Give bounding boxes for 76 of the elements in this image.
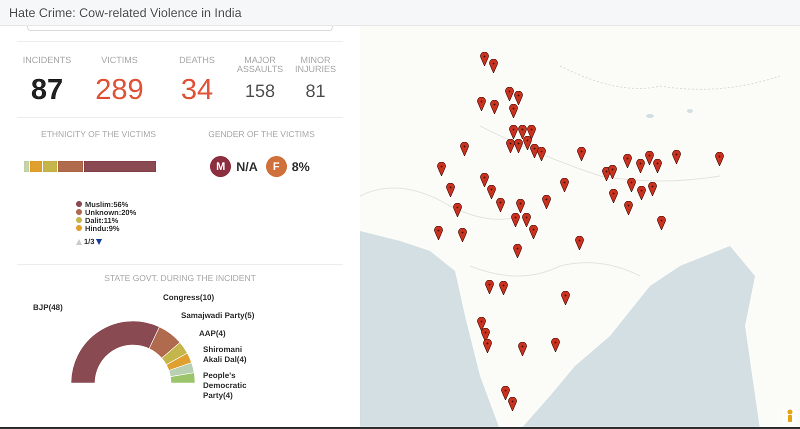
map-pin-icon[interactable] — [453, 203, 462, 217]
down-arrow-icon[interactable] — [96, 238, 102, 244]
map-pin-icon[interactable] — [527, 125, 536, 139]
map-pin-icon[interactable] — [637, 186, 646, 200]
map-pin-icon[interactable] — [561, 291, 570, 305]
map-pin-icon[interactable] — [490, 100, 499, 114]
map-pin-icon[interactable] — [509, 104, 518, 118]
map-pin-icon[interactable] — [577, 147, 586, 161]
map-pin-icon[interactable] — [551, 338, 560, 352]
map-pin-icon[interactable] — [511, 213, 520, 227]
map-pin-icon[interactable] — [480, 52, 489, 66]
map-pin-icon[interactable] — [609, 189, 618, 203]
map-pin-icon[interactable] — [530, 144, 539, 158]
map-pin-icon[interactable] — [514, 91, 523, 105]
map-pin-icon[interactable] — [542, 195, 551, 209]
section-title: ETHNICITY OF THE VICTIMS — [41, 129, 156, 139]
map-pin-icon[interactable] — [499, 281, 508, 295]
map-pin-icon[interactable] — [489, 59, 498, 73]
stat-value: 81 — [305, 81, 326, 102]
gender-value: N/A — [236, 160, 258, 174]
map-pin-icon[interactable] — [516, 199, 525, 213]
map-pin-icon[interactable] — [715, 152, 724, 166]
map-pin-icon[interactable] — [505, 87, 514, 101]
map-pin-icon[interactable] — [483, 339, 492, 353]
map-pin-icon[interactable] — [575, 236, 584, 250]
map-pin-icon[interactable] — [529, 225, 538, 239]
stat-value: 158 — [244, 81, 276, 102]
map-pin-icon[interactable] — [434, 226, 443, 240]
map-pin-icon[interactable] — [485, 280, 494, 294]
stat-value: 87 — [30, 74, 64, 107]
map-pin-icon[interactable] — [513, 244, 522, 258]
map-pin-icon[interactable] — [608, 165, 617, 179]
map-pin-icon[interactable] — [653, 159, 662, 173]
map-pin-icon[interactable] — [672, 150, 681, 164]
stat-value: 289 — [95, 74, 144, 107]
map-pin-icon[interactable] — [509, 125, 518, 139]
map-pin-icon[interactable] — [560, 178, 569, 192]
map-pin-icon[interactable] — [508, 397, 517, 411]
map-pin-icon[interactable] — [437, 162, 446, 176]
stat-label: DEATHS — [178, 56, 216, 67]
section-title: STATE GOVT. DURING THE INCIDENT — [104, 273, 256, 283]
map-pin-icon[interactable] — [501, 386, 510, 400]
section-title: GENDER OF THE VICTIMS — [208, 129, 315, 139]
map-pin-icon[interactable] — [446, 183, 455, 197]
map-pin-icon[interactable] — [518, 125, 527, 139]
filter-field[interactable] — [27, 26, 333, 31]
map-pin-icon[interactable] — [481, 328, 490, 342]
map-pin-icon[interactable] — [624, 201, 633, 215]
map-pin-icon[interactable] — [514, 139, 523, 153]
map-pin-icon[interactable] — [480, 173, 489, 187]
map-pin-icon[interactable] — [657, 216, 666, 230]
map-pin-icon[interactable] — [506, 139, 515, 153]
map-pin-icon[interactable] — [623, 154, 632, 168]
stat-label: INCIDENTS — [22, 56, 72, 67]
map-pin-icon[interactable] — [627, 178, 636, 192]
gender-symbol: M — [210, 156, 232, 177]
map-pin-icon[interactable] — [477, 317, 486, 331]
map-pin-icon[interactable] — [477, 97, 486, 111]
map-pin-icon[interactable] — [458, 228, 467, 242]
map-pin-icon[interactable] — [648, 182, 657, 196]
map-pin-icon[interactable] — [496, 198, 505, 212]
map-pin-icon[interactable] — [537, 147, 546, 161]
map-pin-icon[interactable] — [636, 159, 645, 173]
map-pin-icon[interactable] — [522, 213, 531, 227]
stat-label: VICTIMS — [100, 56, 139, 67]
stat-value: 34 — [180, 74, 214, 107]
map-pin-icon[interactable] — [523, 136, 532, 150]
map-pin-icon[interactable] — [487, 185, 496, 199]
map-pin-icon[interactable] — [645, 151, 654, 165]
stat-label: MINOR INJURIES — [294, 56, 337, 76]
stat-label: MAJOR ASSAULTS — [236, 56, 284, 76]
map-pin-icon[interactable] — [518, 342, 527, 356]
gender-value: 8% — [292, 160, 310, 174]
page-title: Hate Crime: Cow-related Violence in India — [9, 6, 242, 20]
map-pin-icon[interactable] — [460, 142, 469, 156]
gender-symbol: F — [266, 156, 287, 177]
